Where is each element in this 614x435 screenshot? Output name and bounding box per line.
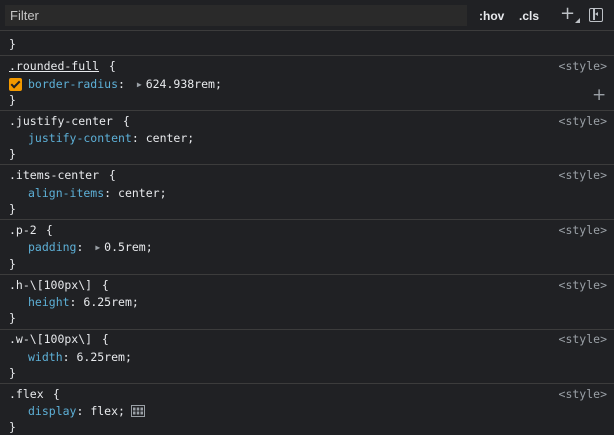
rule-divider xyxy=(0,110,614,111)
rule-source-link[interactable]: <style> xyxy=(559,167,607,183)
declaration[interactable]: justify-content: center; xyxy=(28,130,194,146)
close-brace: } xyxy=(9,93,16,107)
property-name[interactable]: border-radius xyxy=(28,77,118,91)
expand-shorthand-icon[interactable]: ▶ xyxy=(137,80,142,89)
close-brace: } xyxy=(9,366,16,380)
rule-divider xyxy=(0,383,614,384)
rule-source-link[interactable]: <style> xyxy=(559,222,607,238)
rule-selector[interactable]: .rounded-full xyxy=(9,58,99,74)
colon: : xyxy=(76,404,91,418)
colon: : xyxy=(76,240,91,254)
property-value[interactable]: 0.5rem; xyxy=(104,240,152,254)
property-value[interactable]: 6.25rem; xyxy=(76,350,131,364)
declaration[interactable]: border-radius: ▶ 624.938rem; xyxy=(28,76,222,92)
open-brace: { xyxy=(102,59,116,73)
property-name[interactable]: align-items xyxy=(28,186,104,200)
rule-selector[interactable]: .flex xyxy=(9,386,44,402)
styles-toolbar: :hov .cls + xyxy=(0,0,614,31)
open-brace: { xyxy=(95,332,109,346)
new-style-rule-button[interactable]: + xyxy=(560,4,575,24)
close-brace: } xyxy=(9,311,16,325)
colon: : xyxy=(104,186,119,200)
property-name[interactable]: height xyxy=(28,295,70,309)
open-brace: { xyxy=(116,114,130,128)
declaration[interactable]: width: 6.25rem; xyxy=(28,349,132,365)
declaration[interactable]: align-items: center; xyxy=(28,185,167,201)
property-name[interactable]: width xyxy=(28,350,63,364)
flexbox-editor-icon[interactable] xyxy=(130,405,145,417)
close-brace: } xyxy=(9,420,16,434)
rule-selector[interactable]: .p-2 xyxy=(9,222,37,238)
property-value[interactable]: 624.938rem; xyxy=(146,77,222,91)
rule-source-link[interactable]: <style> xyxy=(559,113,607,129)
close-brace: } xyxy=(9,202,16,216)
rule-source-link[interactable]: <style> xyxy=(559,58,607,74)
rule-divider xyxy=(0,55,614,56)
property-name[interactable]: padding xyxy=(28,240,76,254)
close-brace: } xyxy=(9,257,16,271)
rule-divider xyxy=(0,219,614,220)
rule-source-link[interactable]: <style> xyxy=(559,386,607,402)
rule-source-link[interactable]: <style> xyxy=(559,331,607,347)
filter-input[interactable] xyxy=(5,5,467,26)
property-value[interactable]: flex; xyxy=(90,404,125,418)
declaration[interactable]: height: 6.25rem; xyxy=(28,294,139,310)
rule-selector[interactable]: .w-\[100px\] xyxy=(9,331,92,347)
add-declaration-button[interactable]: + xyxy=(592,86,606,104)
declaration[interactable]: padding: ▶ 0.5rem; xyxy=(28,239,153,255)
property-value[interactable]: 6.25rem; xyxy=(83,295,138,309)
close-brace: } xyxy=(9,147,16,161)
toggle-sidebar-icon[interactable] xyxy=(589,8,603,22)
class-toggle[interactable]: .cls xyxy=(519,7,539,25)
rule-divider xyxy=(0,274,614,275)
expand-shorthand-icon[interactable]: ▶ xyxy=(95,243,100,252)
property-value[interactable]: center; xyxy=(146,131,194,145)
property-name[interactable]: display xyxy=(28,404,76,418)
property-name[interactable]: justify-content xyxy=(28,131,132,145)
rule-source-link[interactable]: <style> xyxy=(559,277,607,293)
colon: : xyxy=(69,295,84,309)
open-brace: { xyxy=(95,278,109,292)
open-brace: { xyxy=(39,223,53,237)
property-enable-checkbox[interactable] xyxy=(9,78,22,91)
rule-selector[interactable]: .h-\[100px\] xyxy=(9,277,92,293)
rule-divider xyxy=(0,329,614,330)
rule-divider xyxy=(0,164,614,165)
open-brace: { xyxy=(46,387,60,401)
rule-selector[interactable]: .justify-center xyxy=(9,113,113,129)
colon: : xyxy=(118,77,132,91)
open-brace: { xyxy=(102,168,116,182)
hover-state-toggle[interactable]: :hov xyxy=(479,7,504,25)
property-value[interactable]: center; xyxy=(118,186,166,200)
previous-rule-close-brace: } xyxy=(9,37,16,51)
new-style-rule-menu-icon[interactable] xyxy=(575,18,580,23)
rule-selector[interactable]: .items-center xyxy=(9,167,99,183)
colon: : xyxy=(131,131,146,145)
colon: : xyxy=(62,350,77,364)
declaration[interactable]: display: flex; xyxy=(28,403,145,419)
